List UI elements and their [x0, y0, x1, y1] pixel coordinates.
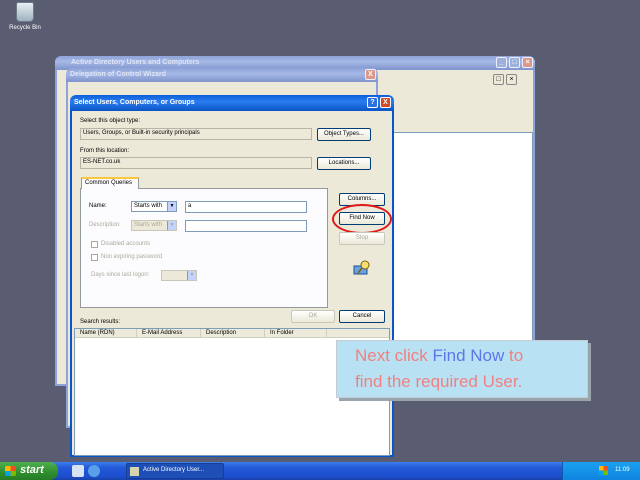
common-queries-panel: Name: Starts with ▼ a Description: Starts… — [80, 188, 328, 308]
chevron-down-icon: ▼ — [187, 271, 196, 280]
ok-button[interactable]: OK — [291, 310, 335, 323]
cancel-button[interactable]: Cancel — [339, 310, 385, 323]
callout-line-1: Next click Find Now to — [355, 343, 587, 369]
chevron-down-icon: ▼ — [167, 221, 176, 230]
start-label: start — [20, 464, 44, 476]
inner-window-controls: □ × — [493, 74, 523, 86]
dialog-titlebar: Select Users, Computers, or Groups ? X — [70, 95, 394, 111]
close-button[interactable]: × — [522, 57, 533, 68]
name-label: Name: — [89, 203, 107, 209]
minimize-button[interactable]: _ — [496, 57, 507, 68]
search-results-label: Search results: — [80, 319, 121, 325]
system-tray: 11:09 — [562, 462, 640, 480]
inner-restore-button[interactable]: □ — [493, 74, 504, 85]
name-input[interactable]: a — [185, 201, 307, 213]
help-button[interactable]: ? — [367, 97, 378, 108]
callout-highlight: Find Now — [432, 346, 505, 365]
ad-app-icon — [130, 467, 139, 476]
wizard-title: Delegation of Control Wizard — [70, 71, 166, 78]
location-label: From this location: — [80, 148, 130, 154]
ad-window-title: Active Directory Users and Computers — [71, 59, 200, 66]
description-operator-select[interactable]: Starts with ▼ — [131, 220, 177, 231]
object-types-button[interactable]: Object Types... — [317, 128, 371, 141]
inner-close-button[interactable]: × — [506, 74, 517, 85]
column-header[interactable]: Name (RDN) — [77, 329, 137, 338]
dialog-title: Select Users, Computers, or Groups — [74, 99, 195, 106]
ie-icon[interactable] — [88, 465, 100, 477]
description-input[interactable] — [185, 220, 307, 232]
dialog-close-button[interactable]: X — [380, 97, 391, 108]
wizard-close-button[interactable]: X — [365, 69, 376, 80]
column-header[interactable]: E-Mail Address — [139, 329, 201, 338]
locations-button[interactable]: Locations... — [317, 157, 371, 170]
instruction-callout: Next click Find Now to find the required… — [336, 340, 588, 398]
disabled-accounts-label: Disabled accounts — [101, 241, 151, 247]
clock[interactable]: 11:09 — [615, 467, 630, 473]
search-icon — [352, 259, 372, 277]
tab-common-queries[interactable]: Common Queries — [81, 177, 139, 189]
wizard-titlebar: Delegation of Control Wizard X — [66, 68, 378, 82]
object-type-field: Users, Groups, or Built-in security prin… — [80, 128, 312, 140]
callout-line-2: find the required User. — [355, 372, 523, 391]
description-label: Description: — [89, 222, 121, 228]
windows-logo-icon — [5, 466, 16, 476]
non-expiring-label: Non expiring password — [101, 254, 163, 260]
tray-app-icon[interactable] — [599, 466, 608, 475]
quicklaunch-folder-icon[interactable] — [72, 465, 84, 477]
taskbar-item-active-directory[interactable]: Active Directory User... — [126, 463, 224, 479]
object-type-label: Select this object type: — [80, 118, 141, 124]
taskbar-item-label: Active Directory User... — [143, 467, 205, 473]
days-since-logon-select[interactable]: ▼ — [161, 270, 197, 281]
column-header[interactable]: In Folder — [267, 329, 327, 338]
highlight-circle — [332, 204, 392, 234]
select-users-dialog[interactable]: Select Users, Computers, or Groups ? X S… — [70, 95, 394, 457]
callout-text: Next click — [355, 346, 433, 365]
chevron-down-icon: ▼ — [167, 202, 176, 211]
callout-text: to — [504, 346, 524, 365]
name-operator-value: Starts with — [134, 203, 163, 209]
recycle-bin-desktop-icon[interactable]: Recycle Bin — [4, 2, 46, 31]
start-button[interactable]: start — [0, 462, 58, 480]
results-header: Name (RDN) E-Mail Address Description In… — [75, 329, 389, 338]
column-header[interactable]: Description — [203, 329, 265, 338]
dialog-body: Select this object type: Users, Groups, … — [70, 111, 394, 457]
maximize-button[interactable]: □ — [509, 57, 520, 68]
days-since-logon-label: Days since last logon: — [91, 272, 150, 278]
disabled-accounts-checkbox[interactable] — [91, 241, 98, 248]
stop-button[interactable]: Stop — [339, 232, 385, 245]
location-field: ES-NET.co.uk — [80, 157, 312, 169]
description-operator-value: Starts with — [134, 222, 163, 228]
name-operator-select[interactable]: Starts with ▼ — [131, 201, 177, 212]
recycle-bin-icon — [16, 2, 34, 22]
non-expiring-checkbox[interactable] — [91, 254, 98, 261]
recycle-bin-label: Recycle Bin — [9, 25, 41, 31]
